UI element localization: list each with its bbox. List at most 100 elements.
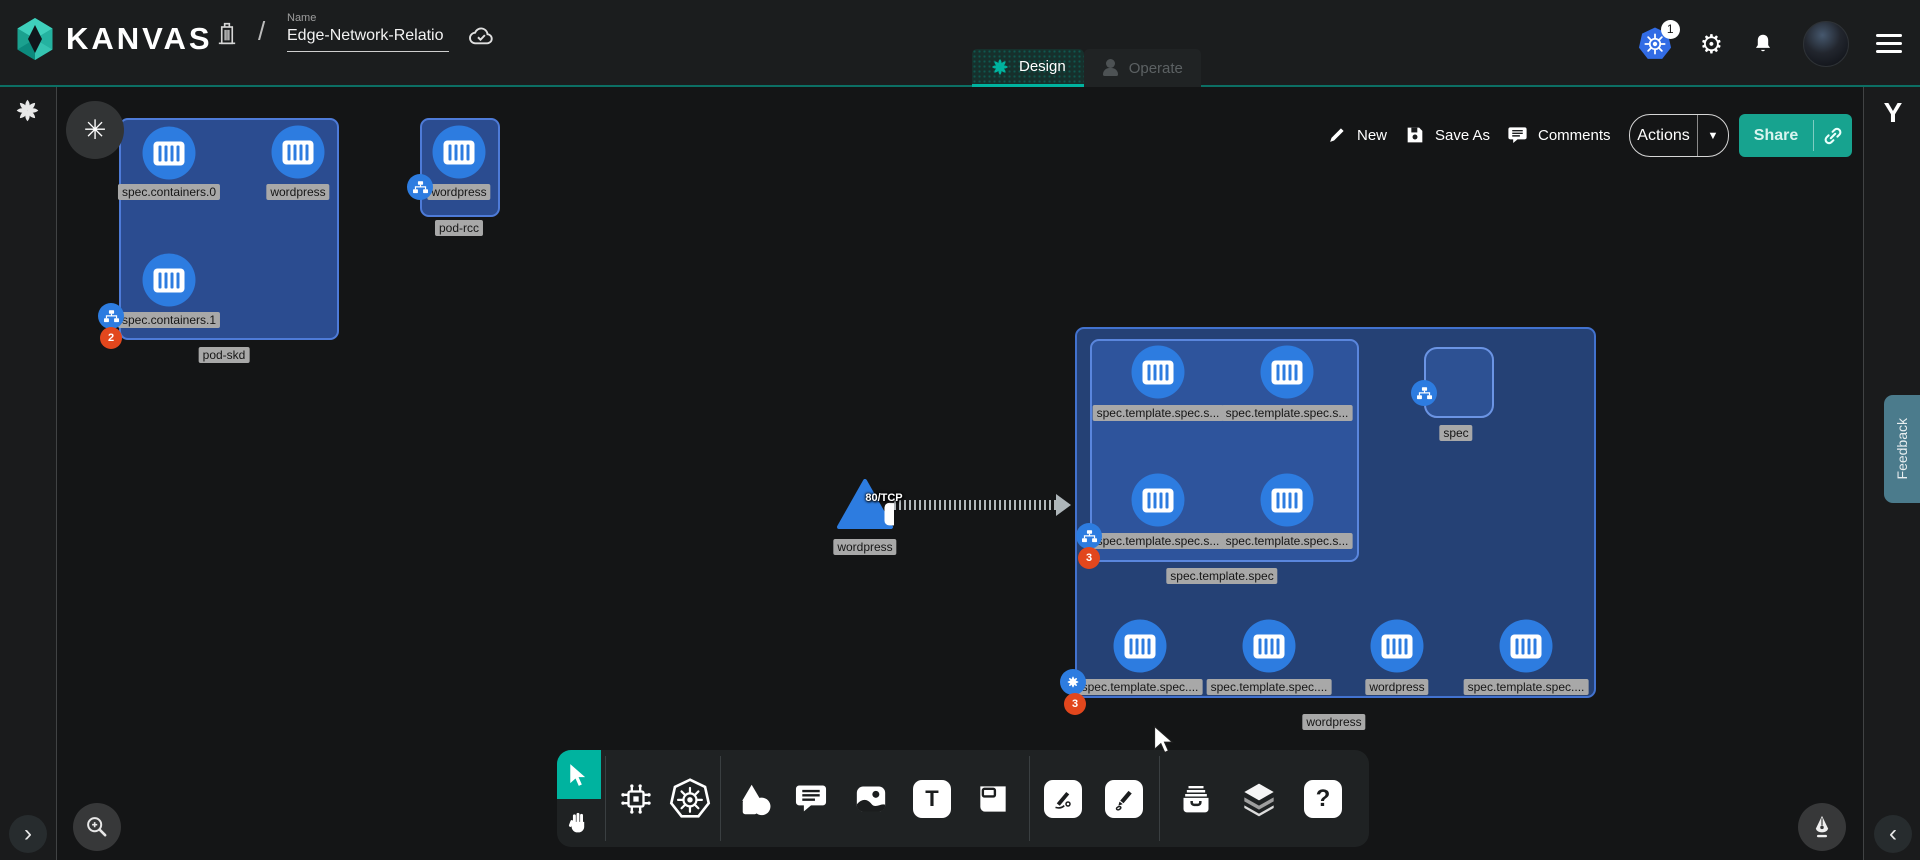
select-tool-button[interactable] (557, 750, 601, 799)
flip-view-tool-button[interactable] (965, 750, 1021, 847)
relationship-badge[interactable] (407, 174, 433, 200)
pencil-scribble-icon (1109, 784, 1139, 814)
zoom-search-button[interactable] (73, 803, 121, 851)
caret-down-icon[interactable]: ▼ (1698, 130, 1728, 142)
comments-label: Comments (1538, 127, 1611, 144)
k8s-asterisk-icon: ✳ (84, 115, 107, 146)
pan-tool-button[interactable] (557, 799, 601, 847)
freehand-draw-tool-button[interactable] (1096, 750, 1152, 847)
comment-tool-button[interactable] (783, 750, 839, 847)
components-tool-button[interactable] (608, 750, 664, 847)
app-header: KANVAS / Name Edge-Network-Relatio Desig… (0, 0, 1920, 87)
container-node-spec-containers-0[interactable] (143, 127, 196, 180)
design-name-field[interactable]: Name Edge-Network-Relatio (287, 12, 449, 52)
container-icon (1272, 488, 1303, 512)
node-spec[interactable] (1424, 347, 1494, 418)
image-tool-button[interactable] (843, 750, 899, 847)
drawer-tool-button[interactable] (1168, 750, 1224, 847)
relationship-badge[interactable] (1411, 380, 1437, 406)
organization-icon[interactable] (213, 20, 241, 48)
group-label-template: spec.template.spec (1166, 568, 1277, 584)
meshery-badge[interactable] (1060, 669, 1086, 695)
container-icon (1254, 634, 1285, 658)
canvas-dock-toolbar: T ? (557, 750, 1369, 847)
kanvas-logo[interactable]: KANVAS (14, 16, 213, 62)
edge-service-to-deployment[interactable] (894, 500, 1062, 510)
container-node-template-1[interactable] (1261, 346, 1314, 399)
container-node-wordpress[interactable] (272, 126, 325, 179)
text-tool-button[interactable]: T (904, 750, 960, 847)
floppy-icon (1404, 124, 1426, 146)
group-label-deployment: wordpress (1302, 714, 1365, 730)
sitemap-icon (1417, 387, 1432, 400)
container-icon (154, 141, 185, 165)
dock-divider (1159, 756, 1160, 841)
share-label: Share (1739, 127, 1813, 145)
node-label: wordpress (427, 184, 490, 200)
relationship-badge[interactable] (98, 303, 124, 329)
settings-gear-icon[interactable]: ⚙ (1700, 31, 1723, 57)
container-node-template-3[interactable] (1261, 474, 1314, 527)
container-node-deploy-3[interactable] (1500, 620, 1553, 673)
help-tool-button[interactable]: ? (1295, 750, 1351, 847)
menu-hamburger-icon[interactable] (1876, 34, 1902, 53)
tab-design[interactable]: Design (972, 49, 1084, 87)
new-button[interactable]: New (1326, 124, 1387, 146)
error-count-badge[interactable]: 3 (1078, 547, 1100, 569)
cloud-saved-icon (466, 22, 496, 52)
link-icon (1822, 125, 1844, 147)
copy-link-button[interactable] (1814, 125, 1852, 147)
sitemap-icon (104, 310, 119, 323)
tab-operate[interactable]: Operate (1084, 49, 1201, 87)
actions-split-button[interactable]: Actions ▼ (1629, 114, 1729, 157)
pen-path-tool-button[interactable] (1035, 750, 1091, 847)
user-avatar[interactable] (1803, 21, 1849, 67)
pencil-icon (1326, 124, 1348, 146)
collapse-right-panel-button[interactable]: ‹ (1874, 815, 1912, 853)
error-count-badge[interactable]: 2 (100, 327, 122, 349)
magnifier-icon (83, 813, 111, 841)
design-swirl-icon (990, 57, 1010, 77)
design-canvas[interactable]: Y › ‹ Feedback New Save As Comments Acti… (0, 87, 1920, 860)
y-extension-icon[interactable]: Y (1878, 97, 1908, 129)
container-node-template-0[interactable] (1132, 346, 1185, 399)
k8s-context-switcher[interactable]: 1 (1637, 26, 1673, 62)
text-tool-icon: T (913, 780, 951, 818)
design-name-input[interactable]: Edge-Network-Relatio (287, 27, 449, 52)
mouse-pointer (1152, 725, 1178, 754)
container-node-wordpress-rcc[interactable] (433, 126, 486, 179)
notifications-bell-icon[interactable] (1750, 31, 1776, 57)
feedback-label: Feedback (1894, 418, 1910, 479)
feedback-tab[interactable]: Feedback (1884, 395, 1920, 503)
kubernetes-resource-node[interactable]: ✳ (66, 101, 124, 159)
share-split-button[interactable]: Share (1739, 114, 1852, 157)
service-label: wordpress (833, 539, 896, 555)
container-icon (283, 140, 314, 164)
container-icon (1511, 634, 1542, 658)
kanvas-app: KANVAS / Name Edge-Network-Relatio Desig… (0, 0, 1920, 860)
expand-left-panel-button[interactable]: › (9, 815, 47, 853)
chevron-right-icon: › (24, 820, 32, 848)
pen-tool-button[interactable] (1798, 803, 1846, 851)
shapes-tool-button[interactable] (725, 750, 781, 847)
edge-arrowhead (1056, 494, 1071, 516)
pen-path-icon (1048, 784, 1078, 814)
layers-tool-button[interactable] (1231, 750, 1287, 847)
new-label: New (1357, 127, 1387, 144)
service-node-wordpress[interactable] (836, 479, 894, 531)
comments-button[interactable]: Comments (1506, 124, 1611, 147)
container-node-template-2[interactable] (1132, 474, 1185, 527)
group-spec-template-spec[interactable] (1090, 339, 1359, 562)
save-as-button[interactable]: Save As (1404, 124, 1490, 146)
kubernetes-tool-button[interactable] (662, 750, 718, 847)
container-node-deploy-1[interactable] (1243, 620, 1296, 673)
node-label: spec.containers.0 (118, 184, 220, 200)
container-node-deploy-0[interactable] (1114, 620, 1167, 673)
container-icon (1272, 360, 1303, 384)
container-node-spec-containers-1[interactable] (143, 254, 196, 307)
relationship-badge[interactable] (1076, 523, 1102, 549)
brand-wordmark: KANVAS (66, 21, 213, 57)
sitemap-icon (1082, 530, 1097, 543)
error-count-badge[interactable]: 3 (1064, 693, 1086, 715)
container-node-deploy-2[interactable] (1371, 620, 1424, 673)
